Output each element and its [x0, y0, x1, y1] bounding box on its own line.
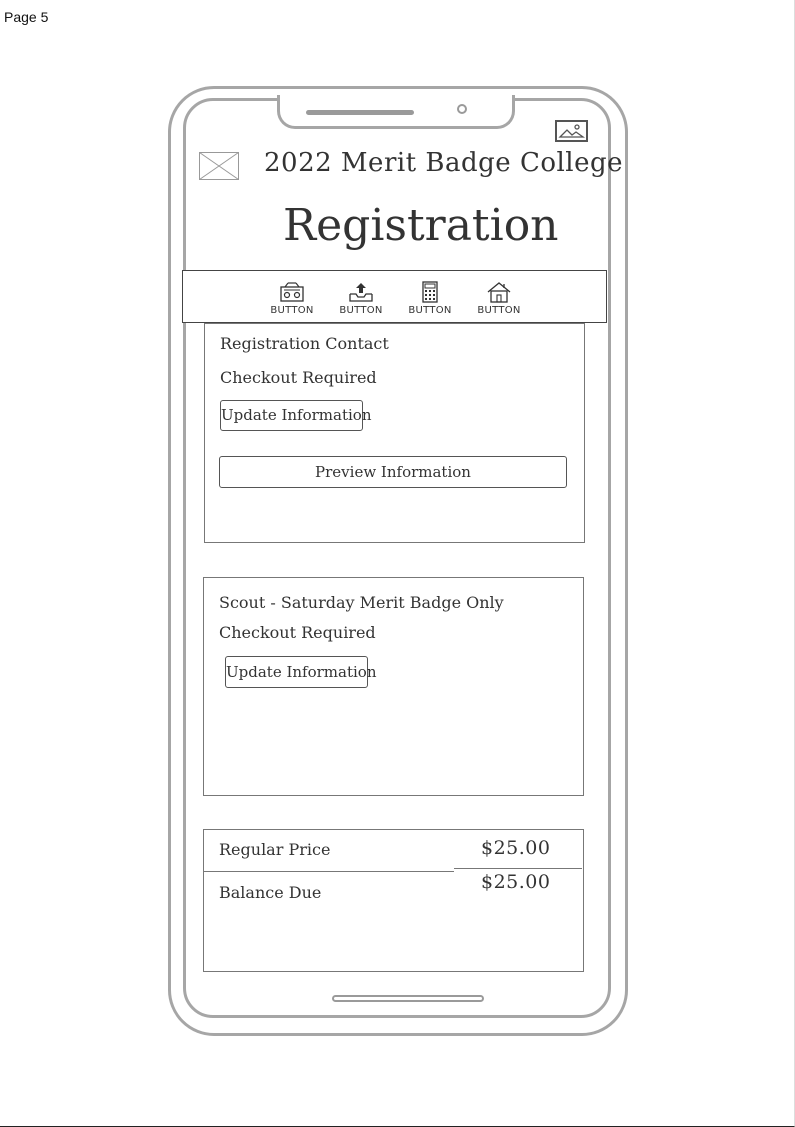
upload-icon: [349, 283, 373, 302]
toolbar-button-label: BUTTON: [477, 305, 521, 316]
image-icon: [555, 120, 588, 142]
registration-contact-card: [204, 323, 585, 543]
speaker-icon: [306, 110, 414, 115]
balance-due-label: Balance Due: [219, 883, 322, 902]
pricing-divider: [454, 868, 582, 869]
regular-price-label: Regular Price: [219, 840, 331, 859]
toolbar-button-4[interactable]: BUTTON: [473, 279, 525, 323]
registration-contact-status: Checkout Required: [220, 368, 377, 387]
toolbar-button-3[interactable]: BUTTON: [404, 279, 456, 323]
regular-price-value: $25.00: [481, 837, 551, 859]
page-label: Page 5: [4, 9, 49, 25]
toolbar: [182, 270, 607, 323]
radio-icon: [280, 282, 304, 302]
scout-title: Scout - Saturday Merit Badge Only: [219, 593, 504, 612]
home-icon: [487, 282, 511, 303]
toolbar-button-1[interactable]: BUTTON: [266, 279, 318, 323]
logo-placeholder: [199, 152, 239, 180]
balance-due-value: $25.00: [481, 871, 551, 893]
toolbar-button-label: BUTTON: [408, 305, 452, 316]
toolbar-button-label: BUTTON: [339, 305, 383, 316]
page-title: Registration: [283, 200, 559, 251]
preview-information-button[interactable]: Preview Information: [219, 456, 567, 488]
update-information-button[interactable]: Update Information: [220, 400, 371, 431]
scout-status: Checkout Required: [219, 623, 376, 642]
update-information-button[interactable]: Update Information: [225, 656, 376, 688]
registration-contact-title: Registration Contact: [220, 334, 389, 353]
app-title: 2022 Merit Badge College: [264, 148, 624, 178]
calculator-icon: [422, 281, 438, 303]
camera-icon: [457, 104, 467, 114]
toolbar-button-2[interactable]: BUTTON: [335, 279, 387, 323]
home-indicator: [332, 995, 484, 1002]
toolbar-button-label: BUTTON: [270, 305, 314, 316]
pricing-divider: [204, 871, 454, 872]
